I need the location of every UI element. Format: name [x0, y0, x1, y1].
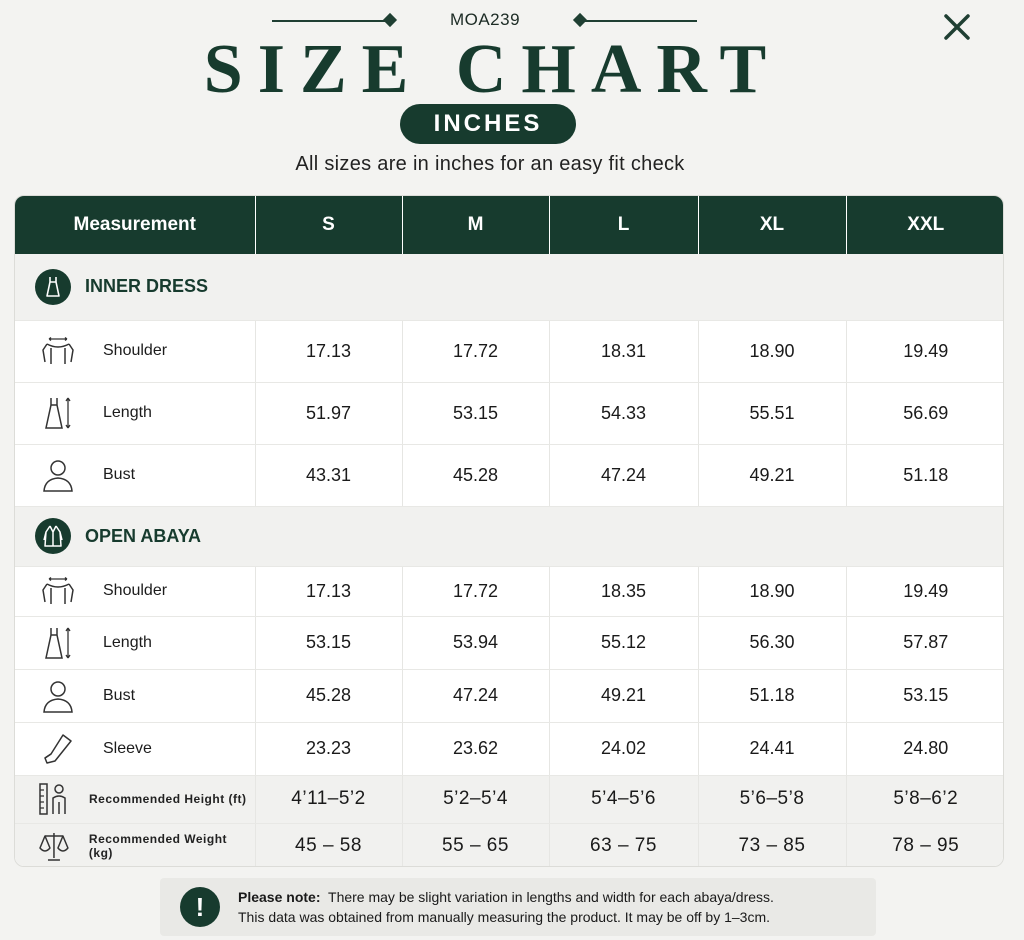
table-cell: 54.33 [549, 382, 699, 445]
table-cell: 24.80 [846, 722, 1003, 776]
table-cell: 5’4–5’6 [549, 775, 699, 824]
table-cell: 18.35 [549, 566, 699, 617]
table-header-row: Measurement S M L XL XXL [15, 196, 1003, 254]
table-cell: 45.28 [255, 669, 403, 723]
table-cell: 47.24 [402, 669, 550, 723]
table-cell: 17.13 [255, 566, 403, 617]
section-label: INNER DRESS [85, 276, 209, 297]
table-cell: 55 – 65 [402, 823, 550, 866]
sleeve-icon [44, 733, 72, 764]
table-cell: 18.90 [698, 320, 847, 383]
table-row: Bust 43.31 45.28 47.24 49.21 51.18 [15, 444, 1003, 507]
column-header: L [549, 196, 699, 254]
unit-badge: INCHES [400, 104, 576, 144]
table-cell: 17.72 [402, 320, 550, 383]
table-cell: 63 – 75 [549, 823, 699, 866]
table-row: Shoulder 17.13 17.72 18.31 18.90 19.49 [15, 320, 1003, 383]
size-table: Measurement S M L XL XXL INNER DRESS Sho… [14, 195, 1004, 867]
table-cell: 53.15 [846, 669, 1003, 723]
column-header: S [255, 196, 403, 254]
column-header: M [402, 196, 550, 254]
table-cell: 5’2–5’4 [402, 775, 550, 824]
page-title: SIZE CHART [203, 31, 782, 108]
weight-scale-icon [39, 833, 69, 861]
note-box: ! Please note: There may be slight varia… [160, 878, 876, 936]
table-cell: 55.51 [698, 382, 847, 445]
table-cell: 51.18 [698, 669, 847, 723]
column-header: Measurement [15, 196, 256, 254]
table-row: Length 51.97 53.15 54.33 55.51 56.69 [15, 382, 1003, 445]
table-cell: 5’6–5’8 [698, 775, 847, 824]
dress-icon [35, 268, 71, 305]
height-icon [39, 783, 66, 815]
table-cell: 5’8–6’2 [846, 775, 1003, 824]
table-row: Bust 45.28 47.24 49.21 51.18 53.15 [15, 669, 1003, 723]
table-cell: 53.15 [402, 382, 550, 445]
table-cell: 51.18 [846, 444, 1003, 507]
table-row: Shoulder 17.13 17.72 18.35 18.90 19.49 [15, 566, 1003, 617]
table-cell: 23.62 [402, 722, 550, 776]
table-row-recommended-weight: Recommended Weight (kg) 45 – 58 55 – 65 … [15, 823, 1003, 866]
table-cell: 56.30 [698, 616, 847, 670]
table-cell: 18.31 [549, 320, 699, 383]
table-cell: 53.94 [402, 616, 550, 670]
length-icon [45, 397, 71, 429]
table-row: Length 53.15 53.94 55.12 56.30 57.87 [15, 616, 1003, 670]
column-header: XXL [846, 196, 1003, 254]
length-icon [45, 627, 71, 659]
table-cell: 23.23 [255, 722, 403, 776]
page-subtitle: All sizes are in inches for an easy fit … [295, 153, 685, 175]
table-cell: 19.49 [846, 320, 1003, 383]
column-header: XL [698, 196, 847, 254]
section-row-open-abaya: OPEN ABAYA [15, 506, 1003, 567]
table-row-recommended-height: Recommended Height (ft) 4’11–5’2 5’2–5’4… [15, 775, 1003, 824]
table-cell: 45 – 58 [255, 823, 403, 866]
shoulder-icon [42, 336, 74, 364]
table-cell: 56.69 [846, 382, 1003, 445]
table-cell: 18.90 [698, 566, 847, 617]
table-cell: 4’11–5’2 [255, 775, 403, 824]
table-cell: 24.41 [698, 722, 847, 776]
note-heading: Please note: [238, 889, 321, 905]
table-cell: 51.97 [255, 382, 403, 445]
table-cell: 45.28 [402, 444, 550, 507]
table-cell: 19.49 [846, 566, 1003, 617]
shoulder-icon [42, 576, 74, 604]
table-cell: 17.13 [255, 320, 403, 383]
table-cell: 49.21 [549, 669, 699, 723]
table-cell: 57.87 [846, 616, 1003, 670]
table-cell: 49.21 [698, 444, 847, 507]
bust-icon [43, 460, 73, 492]
note-line-1: There may be slight variation in lengths… [328, 889, 774, 905]
table-cell: 47.24 [549, 444, 699, 507]
table-cell: 43.31 [255, 444, 403, 507]
bust-icon [43, 680, 73, 713]
section-row-inner-dress: INNER DRESS [15, 254, 1003, 321]
exclamation-icon: ! [180, 887, 220, 927]
table-cell: 78 – 95 [846, 823, 1003, 866]
note-line-2: This data was obtained from manually mea… [238, 909, 771, 925]
abaya-icon [35, 518, 71, 554]
table-cell: 55.12 [549, 616, 699, 670]
table-row: Sleeve 23.23 23.62 24.02 24.41 24.80 [15, 722, 1003, 776]
product-code: MOA239 [449, 10, 521, 29]
table-cell: 53.15 [255, 616, 403, 670]
table-cell: 17.72 [402, 566, 550, 617]
table-cell: 73 – 85 [698, 823, 847, 866]
table-cell: 24.02 [549, 722, 699, 776]
section-label: OPEN ABAYA [85, 525, 202, 546]
